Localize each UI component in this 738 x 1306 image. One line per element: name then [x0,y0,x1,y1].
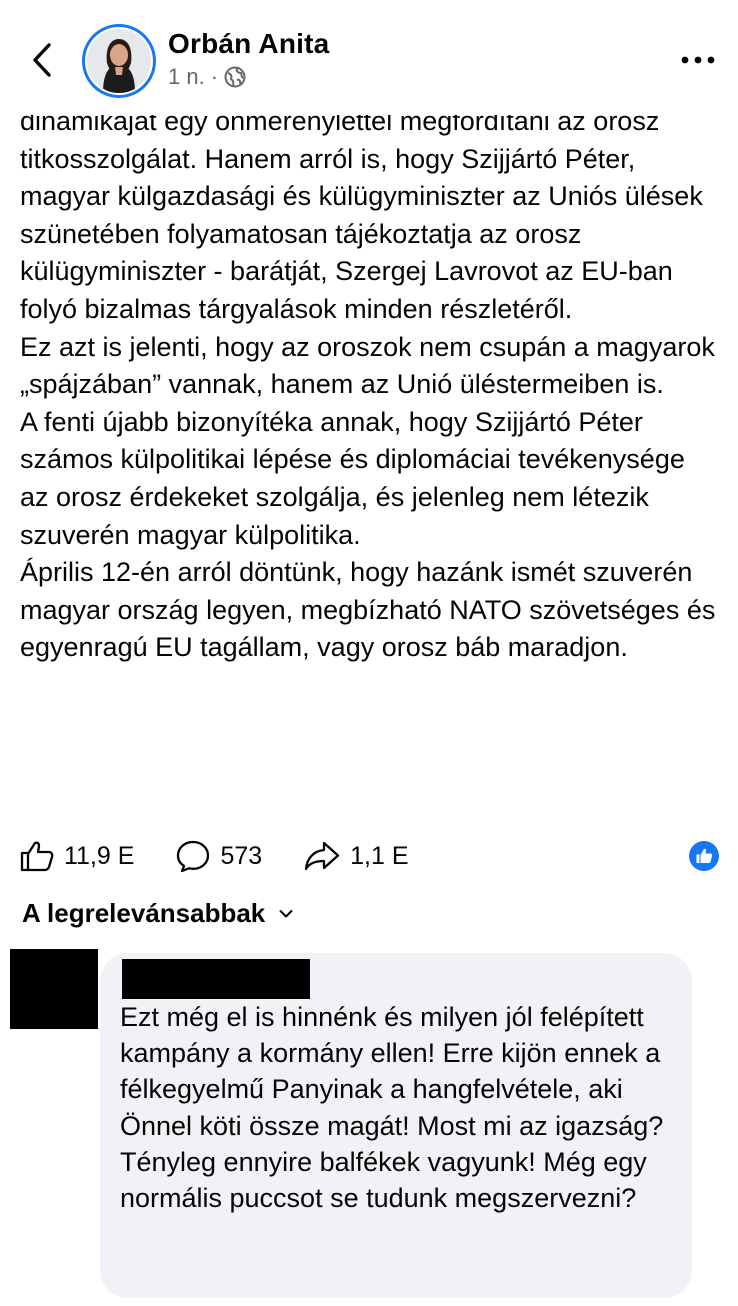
post-paragraph: A fenti újabb bizonyítéka annak, hogy Sz… [20,406,685,550]
post-actions: 11,9 E 573 1,1 E [20,836,720,876]
profile-photo [87,29,151,93]
comment-sort-dropdown[interactable]: A legrelevánsabbak [22,898,293,929]
commenter-name-redacted[interactable] [122,959,310,999]
comment-icon [177,840,210,872]
like-reaction-icon [696,848,713,863]
more-horizontal-icon [681,56,715,64]
author-name[interactable]: Orbán Anita [168,28,329,60]
comment-text: Ezt még el is hinnénk és milyen jól felé… [120,1002,664,1214]
globe-icon [224,66,246,88]
share-icon [305,841,340,871]
post-paragraph: Április 12-én arról döntünk, hogy hazánk… [20,557,716,663]
share-button[interactable]: 1,1 E [304,841,409,871]
post-time[interactable]: 1 n. · [168,64,218,90]
reaction-badge[interactable] [689,841,719,871]
post-text: dinamikáját egy önmerénylettel megfordít… [20,103,720,667]
share-count: 1,1 E [350,841,409,870]
chevron-down-icon [279,909,293,917]
commenter-avatar-redacted[interactable] [10,949,98,1029]
post-meta: 1 n. · [168,64,246,90]
like-count: 11,9 E [64,841,135,870]
post-paragraph: Ez azt is jelenti, hogy az oroszok nem c… [20,331,715,400]
chevron-left-icon [33,43,51,77]
back-button[interactable] [22,40,62,80]
comment-bubble: Ezt még el is hinnénk és milyen jól felé… [100,953,692,1298]
more-options-button[interactable] [678,42,718,78]
author-avatar[interactable] [82,24,156,98]
post-header: Orbán Anita 1 n. · [0,0,738,115]
sort-label: A legrelevánsabbak [22,898,266,928]
like-button[interactable]: 11,9 E [20,840,134,872]
comment-button[interactable]: 573 [176,840,262,872]
post-paragraph: dinamikáját egy önmerénylettel megfordít… [20,106,703,324]
comment-count: 573 [220,841,263,870]
thumbs-up-icon [20,841,54,872]
